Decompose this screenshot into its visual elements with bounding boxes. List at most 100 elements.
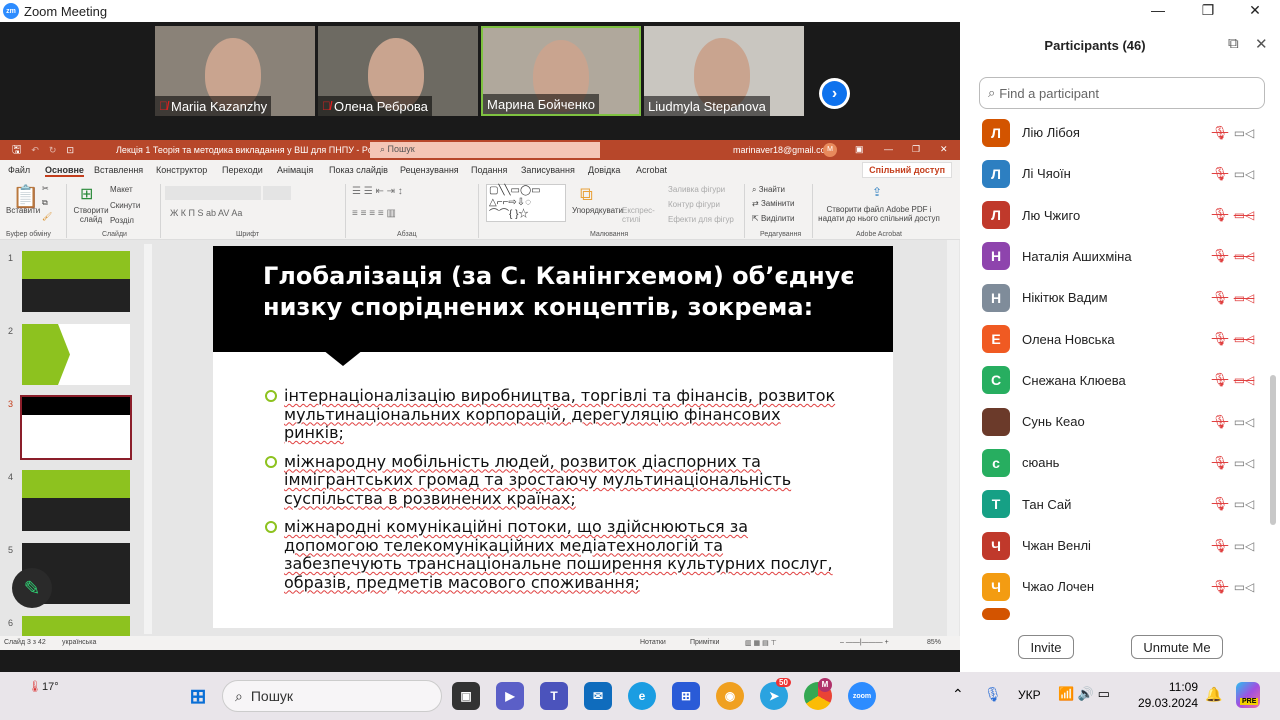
slide-scrollbar[interactable] xyxy=(947,240,959,636)
align-buttons[interactable]: ≡ ≡ ≡ ≡ ▥ xyxy=(352,208,396,219)
zoom-level[interactable]: 85% xyxy=(927,639,941,646)
unmute-button[interactable]: Unmute Me xyxy=(1131,635,1223,659)
participant-row-partial[interactable] xyxy=(960,608,1270,620)
tab-2[interactable]: Вставлення xyxy=(94,165,143,175)
participant-row[interactable]: Л Лію Лібоя 🎙 ▭◁ xyxy=(960,112,1270,153)
tab-7[interactable]: Рецензування xyxy=(400,165,459,175)
participant-row[interactable]: Л Лі Чяоїн 🎙 ▭◁ xyxy=(960,153,1270,194)
edge-icon[interactable]: e xyxy=(628,682,656,710)
account-avatar[interactable]: M xyxy=(823,143,837,157)
tab-5[interactable]: Анімація xyxy=(277,165,313,175)
copy-icon[interactable]: ⧉ xyxy=(42,198,48,208)
store-icon[interactable]: ⊞ xyxy=(672,682,700,710)
task-view-icon[interactable]: ▣ xyxy=(452,682,480,710)
redo-icon[interactable]: ↻ xyxy=(49,145,57,156)
select-button[interactable]: ⇱ Виділити xyxy=(752,214,794,223)
popout-icon[interactable]: ⧉ xyxy=(1228,35,1239,52)
slide-thumbnail[interactable] xyxy=(22,616,130,636)
participant-row[interactable]: С Снежана Клюева 🎙 ▭◁ xyxy=(960,360,1270,401)
paste-button[interactable]: Вставити xyxy=(6,206,40,215)
start-button[interactable]: ⊞ xyxy=(184,682,212,710)
tab-11[interactable]: Acrobat xyxy=(636,165,667,175)
participants-scrollbar[interactable] xyxy=(1270,375,1276,525)
video-tile[interactable]: Марина Бойченко xyxy=(481,26,641,116)
undo-icon[interactable]: ↶ xyxy=(31,145,39,156)
microphone-icon[interactable]: 🎙 xyxy=(984,686,1002,703)
telegram-icon[interactable]: ➤ 50 xyxy=(760,678,791,710)
participant-row[interactable]: Л Лю Чжиго 🎙 ▭◁ xyxy=(960,195,1270,236)
participant-row[interactable]: Сунь Кеао 🎙 ▭◁ xyxy=(960,401,1270,442)
slide-thumbnail[interactable] xyxy=(22,324,130,385)
tab-0[interactable]: Файл xyxy=(8,165,30,175)
format-painter-icon[interactable]: 🖌 xyxy=(42,212,52,221)
quick-styles-button[interactable]: Експрес-стилі xyxy=(622,206,655,224)
present-icon[interactable]: ⊡ xyxy=(66,145,74,156)
next-videos-button[interactable]: › xyxy=(819,78,850,109)
account-email[interactable]: marinaver18@gmail.com xyxy=(733,145,833,155)
tab-4[interactable]: Переходи xyxy=(222,165,263,175)
share-button[interactable]: Спільний доступ xyxy=(862,162,952,178)
normal-view-icon[interactable]: ▥ ▦ ▤ ⊤ xyxy=(745,639,777,647)
paragraph-buttons[interactable]: ☰ ☰ ⇤ ⇥ ↕ xyxy=(352,186,403,197)
meet-icon[interactable]: ▶ xyxy=(496,682,524,710)
arrange-button[interactable]: Упорядкувати xyxy=(572,206,623,215)
tab-1[interactable]: Основне xyxy=(45,165,84,177)
taskbar-search[interactable]: ⌕ Пошук xyxy=(222,680,442,712)
clock-time[interactable]: 11:09 xyxy=(1162,680,1198,694)
cut-icon[interactable]: ✂ xyxy=(42,184,49,193)
tab-6[interactable]: Показ слайдів xyxy=(329,165,388,175)
show-hidden-icons[interactable]: ⌃ xyxy=(952,686,964,703)
zoom-slider[interactable]: – ——|——— + xyxy=(840,639,889,646)
notifications-icon[interactable]: 🔔 xyxy=(1205,686,1222,703)
save-icon[interactable]: 🖫 xyxy=(12,141,21,160)
ppt-restore-button[interactable]: ❐ xyxy=(912,144,920,155)
comments-button[interactable]: Примітки xyxy=(690,639,719,646)
close-panel-icon[interactable]: ✕ xyxy=(1255,35,1268,53)
participant-row[interactable]: Н Нікітюк Вадим 🎙 ▭◁ xyxy=(960,277,1270,318)
thumbnail-scrollbar[interactable] xyxy=(144,244,152,634)
participant-row[interactable]: Н Наталія Ашихміна 🎙 ▭◁ xyxy=(960,236,1270,277)
shapes-gallery[interactable]: ▢╲╲▭◯▭ △⌐⌐⇨⇩◌ ⌒⌒{ }☆ xyxy=(486,184,566,222)
slide-thumbnail[interactable] xyxy=(20,395,132,460)
ppt-close-button[interactable]: ✕ xyxy=(940,144,948,155)
font-size-select[interactable] xyxy=(263,186,291,200)
clock-date[interactable]: 29.03.2024 xyxy=(1138,696,1198,710)
annotate-pen-button[interactable]: ✎ xyxy=(12,568,52,608)
shape-effects-button[interactable]: Ефекти для фігур xyxy=(668,215,734,224)
video-tile[interactable]: 🎙̸ Mariia Kazanzhy xyxy=(155,26,315,116)
participant-row[interactable]: Ч Чжан Венлі 🎙 ▭◁ xyxy=(960,525,1270,566)
shape-outline-button[interactable]: Контур фігури xyxy=(668,200,720,209)
invite-button[interactable]: Invite xyxy=(1018,635,1074,659)
copilot-icon[interactable]: PRE xyxy=(1236,682,1260,708)
minimize-button[interactable]: — xyxy=(1143,2,1173,18)
find-participant-input[interactable]: ⌕ Find a participant xyxy=(979,77,1265,109)
ppt-search-box[interactable]: ⌕ Пошук xyxy=(370,142,600,158)
reset-button[interactable]: Скинути xyxy=(110,201,140,210)
network-volume-battery-icons[interactable]: 📶 🔊 ▭ xyxy=(1058,686,1110,702)
find-button[interactable]: ⌕ Знайти xyxy=(752,185,785,195)
adobe-pdf-button[interactable]: Створити файл Adobe PDF і надати до ньог… xyxy=(818,205,940,223)
language-status[interactable]: українська xyxy=(62,639,96,646)
tab-9[interactable]: Записування xyxy=(521,165,575,175)
participant-row[interactable]: с сюань 🎙 ▭◁ xyxy=(960,442,1270,483)
ppt-minimize-button[interactable]: — xyxy=(884,144,893,154)
input-language[interactable]: УКР xyxy=(1018,688,1041,702)
replace-button[interactable]: ⇄ Замінити xyxy=(752,199,795,208)
shape-fill-button[interactable]: Заливка фігури xyxy=(668,185,725,194)
vpn-icon[interactable]: ◉ xyxy=(716,682,744,710)
participant-row[interactable]: Т Тан Сай 🎙 ▭◁ xyxy=(960,484,1270,525)
slide-thumbnail[interactable] xyxy=(22,470,130,531)
font-name-select[interactable] xyxy=(165,186,261,200)
notes-button[interactable]: Нотатки xyxy=(640,639,666,646)
mail-icon[interactable]: ✉ xyxy=(584,682,612,710)
video-tile[interactable]: Liudmyla Stepanova xyxy=(644,26,804,116)
ribbon-display-icon[interactable]: ▣ xyxy=(855,144,864,155)
weather-widget[interactable]: 🌡17° xyxy=(28,680,59,693)
section-button[interactable]: Розділ xyxy=(110,216,134,225)
zoom-app-icon[interactable]: zoom xyxy=(848,682,876,710)
video-tile[interactable]: 🎙̸ Олена Реброва xyxy=(318,26,478,116)
teams-icon[interactable]: T xyxy=(540,682,568,710)
font-format-buttons[interactable]: Ж К П S ab AV Aa xyxy=(170,208,242,218)
close-button[interactable]: ✕ xyxy=(1240,2,1270,19)
layout-button[interactable]: Макет xyxy=(110,185,133,194)
